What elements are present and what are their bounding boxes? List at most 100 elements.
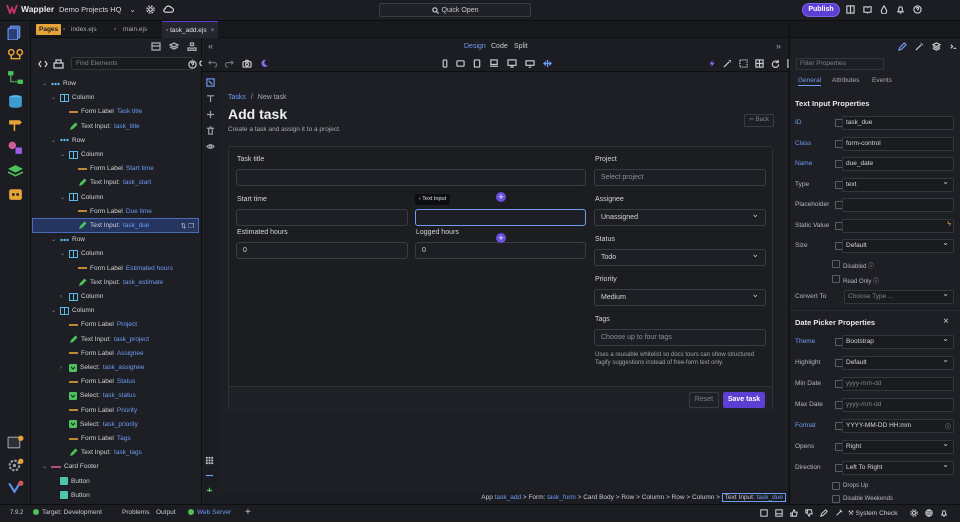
prop-value[interactable]: YYYY-MM-DD HH:mm [842, 419, 954, 433]
help-icon[interactable] [188, 60, 197, 69]
chevron-down-icon[interactable]: ⌄ [42, 80, 48, 87]
refresh-icon[interactable] [771, 59, 780, 68]
chevron-down-icon[interactable]: ⌄ [51, 137, 57, 144]
tree-item[interactable]: Form Label Status [60, 375, 135, 388]
tree-item[interactable]: Text Input: task_tags [60, 446, 142, 459]
tree-item[interactable]: ⌄ Column [51, 304, 94, 317]
collapse-right-icon[interactable]: » [776, 41, 781, 51]
chevron-down-icon[interactable]: ⌄ [60, 151, 66, 158]
prop-value[interactable]: yyyy-mm-dd [842, 377, 954, 391]
tree-item[interactable]: ⌄ Row [42, 77, 76, 90]
split-icon[interactable] [775, 509, 783, 517]
pages-badge[interactable]: Pages [36, 24, 62, 35]
fit-icon[interactable] [543, 59, 552, 68]
tree-item[interactable]: Text Input: task_due ⇅ ❐ [32, 218, 199, 233]
chevron-down-icon[interactable]: ⌄ [60, 250, 66, 257]
tree-item[interactable]: Form Label Assignee [60, 347, 144, 360]
routes-icon[interactable] [7, 117, 24, 132]
mode-code[interactable]: Code [491, 43, 508, 50]
outline-icon[interactable] [739, 59, 748, 68]
mode-split[interactable]: Split [514, 43, 528, 50]
eye-icon[interactable] [206, 142, 215, 151]
dynamic-value-icon[interactable]: ϟ [947, 221, 951, 228]
save-task-button[interactable]: Save task [723, 392, 765, 408]
tree-item[interactable]: ⌄ Column [60, 148, 103, 161]
target-selector[interactable]: Target: Development [33, 509, 102, 516]
drop-icon[interactable] [880, 5, 888, 14]
prop-value[interactable]: Default [842, 237, 954, 253]
layout-icon[interactable] [846, 5, 855, 14]
system-check-button[interactable]: ⚒ System Check [848, 509, 898, 517]
tree-item[interactable]: ⌄ Row [51, 233, 85, 246]
tree-item[interactable]: Text Input: task_estimate [69, 276, 163, 289]
extensions-icon[interactable] [7, 187, 24, 202]
tree-item[interactable]: Form Label Start time [69, 162, 154, 175]
tree-item[interactable]: › Column [60, 290, 103, 303]
undo-icon[interactable] [208, 59, 217, 68]
prop-value[interactable]: Right [842, 438, 954, 454]
web-server[interactable]: Web Server [188, 509, 231, 516]
tab-task-add[interactable]: ▫ task_add.ejs × [162, 21, 218, 38]
book-icon[interactable] [863, 5, 872, 14]
bell-icon[interactable] [940, 509, 948, 517]
dark-mode-icon[interactable] [260, 59, 269, 68]
chevron-right-icon[interactable]: › [60, 365, 66, 371]
reset-button[interactable]: Reset [689, 392, 719, 408]
input-tags[interactable]: Choose up to four tags [594, 329, 766, 346]
path-current[interactable]: Text Input: task_due [721, 493, 786, 502]
path-item[interactable]: App task_add [481, 494, 523, 501]
layers-toggle-icon[interactable] [169, 42, 179, 51]
find-elements-input[interactable]: Find Elements [71, 57, 193, 70]
input-estimated-hours[interactable]: 0 [236, 242, 408, 259]
input-start-time[interactable] [236, 209, 408, 226]
prop-value[interactable]: yyyy-mm-dd [842, 398, 954, 412]
tree-item[interactable]: Text Input: task_project [60, 333, 149, 346]
design-icon[interactable] [7, 140, 24, 155]
help-icon[interactable] [913, 5, 922, 14]
tab-general[interactable]: General [798, 77, 822, 86]
read-only-checkbox[interactable] [832, 275, 840, 283]
bell-icon[interactable] [896, 5, 905, 14]
widescreen-icon[interactable] [525, 59, 535, 68]
pen-icon[interactable] [820, 509, 828, 517]
output-tab[interactable]: Output [156, 509, 176, 516]
project-selector[interactable]: Demo Projects HQ ⌄ [59, 5, 174, 14]
close-icon[interactable]: × [943, 316, 949, 327]
select-assignee[interactable]: Unassigned [594, 207, 766, 226]
camera-icon[interactable] [242, 59, 252, 68]
code-icon[interactable] [38, 60, 48, 68]
publish-button[interactable]: Publish [802, 3, 840, 17]
app-logo[interactable]: Wappler [6, 4, 54, 14]
phone-landscape-icon[interactable] [456, 59, 465, 68]
chevron-down-icon[interactable]: ⌄ [51, 307, 57, 314]
globe-icon[interactable] [925, 509, 933, 517]
path-item[interactable]: > Form: task_form [523, 494, 578, 501]
tree-item[interactable]: Form Label Project [60, 318, 137, 331]
input-due-time[interactable] [415, 209, 586, 226]
minus-icon[interactable] [205, 471, 214, 480]
tree-item[interactable]: Text Input: task_start [69, 176, 151, 189]
grid-icon[interactable] [755, 59, 764, 68]
tree-item[interactable]: ⌄ Row [51, 134, 85, 147]
disable-weekends-checkbox[interactable] [832, 495, 840, 503]
tab-index[interactable]: index.ejs [71, 24, 97, 35]
pages-icon[interactable] [7, 25, 24, 40]
input-project[interactable]: Select project [594, 169, 766, 186]
magic-icon[interactable] [723, 59, 732, 68]
tree-icon[interactable] [187, 42, 197, 51]
tree-item[interactable]: Button [51, 489, 90, 502]
path-item[interactable]: > Card Body [578, 494, 616, 501]
tree-item[interactable]: Form Label Tags [60, 432, 131, 445]
drops-up-checkbox[interactable] [832, 482, 840, 490]
terminal-icon[interactable] [949, 42, 958, 51]
info-icon[interactable]: ⓘ [945, 422, 951, 431]
cloud-sync-icon[interactable] [163, 5, 174, 14]
prop-value[interactable]: Default [842, 354, 954, 370]
input-task-title[interactable] [236, 169, 586, 186]
path-item[interactable]: > Column > [686, 494, 721, 501]
filter-properties-input[interactable]: Filter Properties [796, 58, 884, 70]
prop-value[interactable]: due_date [842, 157, 954, 171]
database-icon[interactable] [7, 94, 24, 109]
add-icon[interactable] [206, 110, 215, 119]
chevron-down-icon[interactable]: ⌄ [51, 94, 57, 101]
